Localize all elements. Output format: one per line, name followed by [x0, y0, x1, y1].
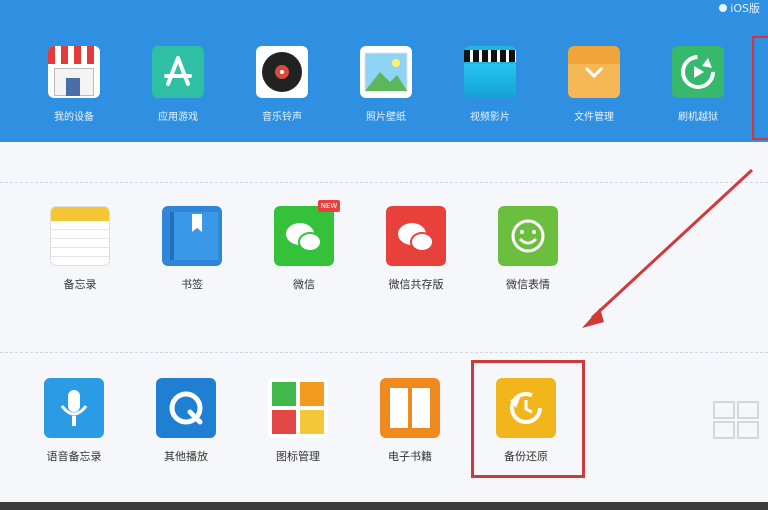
wechat-icon: NEW [274, 200, 340, 266]
app-bookmark[interactable]: 书签 [142, 206, 242, 292]
smiley-icon [498, 206, 558, 266]
version-indicator[interactable]: iOS版 [719, 0, 760, 16]
film-icon [464, 46, 516, 98]
tiles-icon [268, 378, 328, 438]
new-badge: NEW [318, 200, 340, 212]
top-header: iOS版 我的设备 应用游戏 音乐铃声 照片壁纸 视频影片 文件管理 刷机越狱 [0, 0, 768, 142]
nav-video[interactable]: 视频影片 [442, 34, 538, 134]
section-divider [0, 182, 768, 183]
bookmark-icon [162, 206, 222, 266]
folder-icon [568, 46, 620, 98]
quicktime-icon [156, 378, 216, 438]
app-wechat-archive[interactable]: 微信共存版 [366, 206, 466, 292]
nav-apps-games[interactable]: 应用游戏 [130, 34, 226, 134]
watermark-logo [713, 401, 759, 439]
app-wechat[interactable]: NEW 微信 [254, 200, 354, 292]
nav-flash[interactable]: 刷机越狱 [650, 34, 746, 134]
backup-highlight-box [471, 360, 585, 478]
app-wechat-emoji[interactable]: 微信表情 [478, 206, 578, 292]
nav-files[interactable]: 文件管理 [546, 34, 642, 134]
app-memo[interactable]: 备忘录 [30, 206, 130, 292]
refresh-icon [672, 46, 724, 98]
bottom-edge [0, 502, 768, 510]
nav-wallpaper[interactable]: 照片壁纸 [338, 34, 434, 134]
picture-icon [360, 46, 412, 98]
nav-my-device[interactable]: 我的设备 [26, 34, 122, 134]
wechat-icon [386, 206, 446, 266]
microphone-icon [44, 378, 104, 438]
nav-music[interactable]: 音乐铃声 [234, 34, 330, 134]
app-icon-manage[interactable]: 图标管理 [248, 378, 348, 464]
store-icon [48, 46, 100, 98]
app-ebook[interactable]: 电子书籍 [360, 378, 460, 464]
top-nav: 我的设备 应用游戏 音乐铃声 照片壁纸 视频影片 文件管理 刷机越狱 [0, 34, 768, 134]
nav-partial-highlight [752, 36, 768, 140]
app-voice-memo[interactable]: 语音备忘录 [24, 378, 124, 464]
notepad-icon [50, 206, 110, 266]
apple-icon [719, 4, 728, 12]
record-icon [256, 46, 308, 98]
app-other[interactable]: 其他播放 [136, 378, 236, 464]
app-store-icon [152, 46, 204, 98]
section-divider [0, 352, 768, 353]
book-icon [380, 378, 440, 438]
